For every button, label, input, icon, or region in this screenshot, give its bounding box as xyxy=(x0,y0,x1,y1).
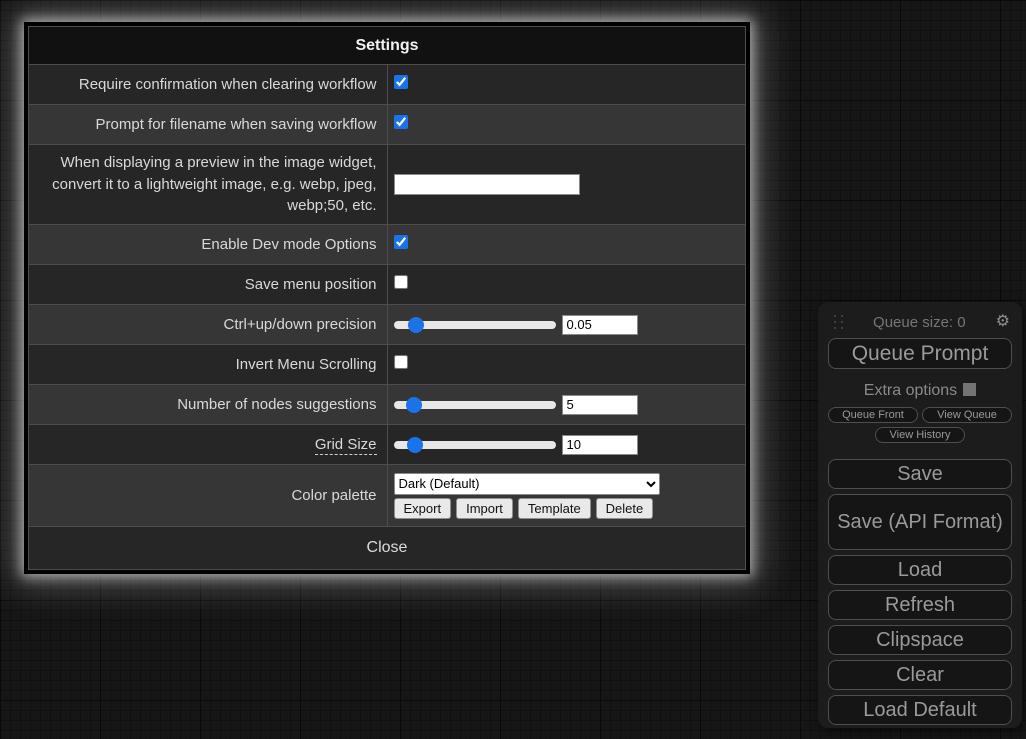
palette-template-button[interactable]: Template xyxy=(518,498,591,519)
palette-import-button[interactable]: Import xyxy=(456,498,513,519)
queue-pill-buttons: Queue Front View Queue xyxy=(828,407,1012,423)
setting-label: Ctrl+up/down precision xyxy=(29,305,388,345)
setting-row-node-suggestions: Number of nodes suggestions xyxy=(29,385,746,425)
extra-options-row: Extra options xyxy=(828,382,1012,400)
palette-buttons-row: Export Import Template Delete xyxy=(394,498,746,519)
queue-panel-header: Queue size: 0 ⚙ xyxy=(828,312,1012,332)
invert-scrolling-checkbox[interactable] xyxy=(394,355,408,369)
view-history-button[interactable]: View History xyxy=(875,427,965,443)
extra-options-label: Extra options xyxy=(864,382,957,399)
extra-options-checkbox[interactable] xyxy=(963,383,976,396)
setting-row-dev-mode: Enable Dev mode Options xyxy=(29,225,746,265)
grid-size-slider[interactable] xyxy=(394,437,556,453)
grid-size-label: Grid Size xyxy=(315,436,377,455)
settings-table: Settings Require confirmation when clear… xyxy=(28,26,746,570)
setting-label: Invert Menu Scrolling xyxy=(29,345,388,385)
view-queue-button[interactable]: View Queue xyxy=(922,407,1012,423)
palette-delete-button[interactable]: Delete xyxy=(596,498,654,519)
setting-label: When displaying a preview in the image w… xyxy=(29,145,388,225)
node-suggestions-slider[interactable] xyxy=(394,397,556,413)
queue-front-button[interactable]: Queue Front xyxy=(828,407,918,423)
gear-icon[interactable]: ⚙ xyxy=(996,314,1010,330)
clipspace-button[interactable]: Clipspace xyxy=(828,625,1012,655)
save-menu-position-checkbox[interactable] xyxy=(394,275,408,289)
load-default-button[interactable]: Load Default xyxy=(828,695,1012,725)
load-button[interactable]: Load xyxy=(828,555,1012,585)
setting-row-invert-scrolling: Invert Menu Scrolling xyxy=(29,345,746,385)
setting-label: Grid Size xyxy=(29,425,388,465)
setting-row-color-palette: Color palette Dark (Default) Export Impo… xyxy=(29,465,746,527)
close-button[interactable]: Close xyxy=(29,527,746,570)
setting-row-grid-size: Grid Size xyxy=(29,425,746,465)
setting-label: Require confirmation when clearing workf… xyxy=(29,65,388,105)
confirm-clear-checkbox[interactable] xyxy=(394,75,408,89)
setting-row-save-menu-position: Save menu position xyxy=(29,265,746,305)
setting-label: Number of nodes suggestions xyxy=(29,385,388,425)
setting-row-confirm-clear: Require confirmation when clearing workf… xyxy=(29,65,746,105)
clear-button[interactable]: Clear xyxy=(828,660,1012,690)
ctrl-precision-value-input[interactable] xyxy=(562,315,638,335)
setting-row-prompt-filename: Prompt for filename when saving workflow xyxy=(29,105,746,145)
setting-label: Save menu position xyxy=(29,265,388,305)
setting-row-ctrl-precision: Ctrl+up/down precision xyxy=(29,305,746,345)
save-button[interactable]: Save xyxy=(828,459,1012,489)
node-suggestions-value-input[interactable] xyxy=(562,395,638,415)
color-palette-select[interactable]: Dark (Default) xyxy=(394,473,660,495)
refresh-button[interactable]: Refresh xyxy=(828,590,1012,620)
dev-mode-checkbox[interactable] xyxy=(394,235,408,249)
settings-dialog: Settings Require confirmation when clear… xyxy=(24,22,750,574)
palette-export-button[interactable]: Export xyxy=(394,498,452,519)
preview-format-input[interactable] xyxy=(394,174,580,195)
settings-dialog-title: Settings xyxy=(29,27,746,65)
grid-size-value-input[interactable] xyxy=(562,435,638,455)
prompt-filename-checkbox[interactable] xyxy=(394,115,408,129)
drag-handle-icon[interactable] xyxy=(834,315,843,329)
setting-label: Color palette xyxy=(29,465,388,527)
queue-menu-panel: Queue size: 0 ⚙ Queue Prompt Extra optio… xyxy=(818,302,1022,728)
setting-row-preview-format: When displaying a preview in the image w… xyxy=(29,145,746,225)
save-api-format-button[interactable]: Save (API Format) xyxy=(828,494,1012,550)
close-row: Close xyxy=(29,527,746,570)
setting-label: Enable Dev mode Options xyxy=(29,225,388,265)
queue-prompt-button[interactable]: Queue Prompt xyxy=(828,338,1012,369)
ctrl-precision-slider[interactable] xyxy=(394,317,556,333)
queue-size-label: Queue size: 0 xyxy=(843,314,996,331)
setting-label: Prompt for filename when saving workflow xyxy=(29,105,388,145)
menu-action-buttons: Save Save (API Format) Load Refresh Clip… xyxy=(828,459,1012,725)
